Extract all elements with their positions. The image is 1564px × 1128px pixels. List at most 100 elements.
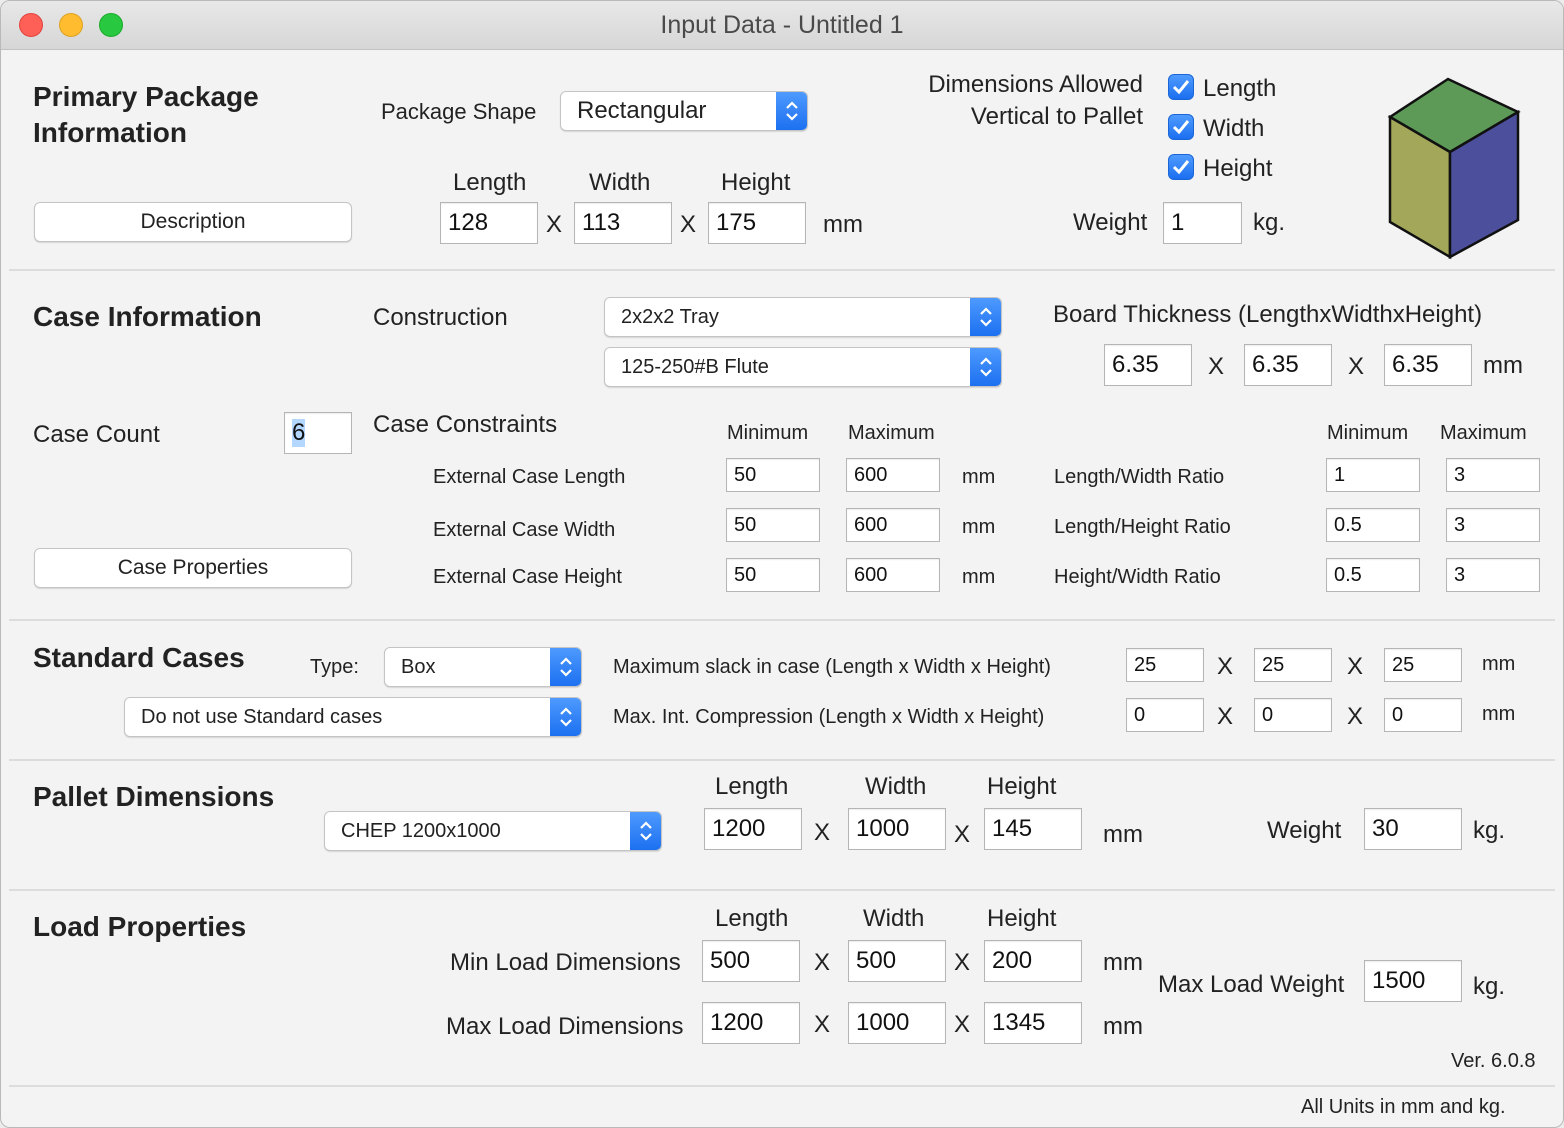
height-width-ratio-min-input[interactable]: 0.5 <box>1326 558 1420 592</box>
ratio-min-header: Minimum <box>1327 422 1409 444</box>
external-case-length-max-input[interactable]: 600 <box>846 458 940 492</box>
external-case-width-max-input[interactable]: 600 <box>846 508 940 542</box>
max-load-height-input[interactable]: 1345 <box>984 1002 1082 1044</box>
times-sign: X <box>1217 703 1234 730</box>
units-note: All Units in mm and kg. <box>1301 1096 1506 1118</box>
case-count-value: 6 <box>292 419 306 447</box>
chevron-updown-icon <box>776 92 807 130</box>
primary-unit: mm <box>823 211 863 238</box>
case-information-heading: Case Information <box>33 301 262 332</box>
min-load-dimensions-label: Min Load Dimensions <box>450 949 681 976</box>
primary-weight-input[interactable]: 1 <box>1163 202 1242 244</box>
section-divider <box>9 759 1555 761</box>
standard-type-select[interactable]: Box <box>384 647 582 687</box>
description-button[interactable]: Description <box>34 202 352 242</box>
pallet-type-select[interactable]: CHEP 1200x1000 <box>324 811 662 851</box>
times-sign: X <box>814 949 831 976</box>
board-thickness-width-input[interactable]: 6.35 <box>1244 344 1332 386</box>
checkmark-icon <box>1172 120 1190 135</box>
length-height-ratio-min-input[interactable]: 0.5 <box>1326 508 1420 542</box>
version-label: Ver. 6.0.8 <box>1451 1050 1536 1072</box>
package-shape-select[interactable]: Rectangular <box>560 91 808 131</box>
height-width-ratio-max-input[interactable]: 3 <box>1446 558 1540 592</box>
primary-width-input[interactable]: 113 <box>574 202 672 244</box>
compression-height-input[interactable]: 0 <box>1384 698 1462 732</box>
case-min-header: Minimum <box>727 422 809 444</box>
external-case-height-min-input[interactable]: 50 <box>726 558 820 592</box>
pallet-length-input[interactable]: 1200 <box>704 808 802 850</box>
height-width-ratio-label: Height/Width Ratio <box>1054 566 1221 588</box>
pallet-width-input[interactable]: 1000 <box>848 808 946 850</box>
flute-select[interactable]: 125-250#B Flute <box>604 347 1002 387</box>
allow-width-checkbox[interactable] <box>1168 114 1194 140</box>
allow-length-checkbox[interactable] <box>1168 74 1194 100</box>
chevron-updown-icon <box>630 812 661 850</box>
checkmark-icon <box>1172 160 1190 175</box>
pallet-height-header: Height <box>987 773 1057 800</box>
external-case-height-label: External Case Height <box>433 566 622 588</box>
board-thickness-height-input[interactable]: 6.35 <box>1384 344 1472 386</box>
min-load-height-input[interactable]: 200 <box>984 940 1082 982</box>
min-load-width-input[interactable]: 500 <box>848 940 946 982</box>
dimensions-allowed-line1: Dimensions Allowed <box>928 71 1143 98</box>
compression-length-input[interactable]: 0 <box>1126 698 1204 732</box>
allow-height-checkbox[interactable] <box>1168 154 1194 180</box>
allow-height-label[interactable]: Height <box>1203 155 1272 183</box>
slack-length-input[interactable]: 25 <box>1126 648 1204 682</box>
length-width-ratio-min-input[interactable]: 1 <box>1326 458 1420 492</box>
chevron-updown-icon <box>550 698 581 736</box>
primary-height-input[interactable]: 175 <box>708 202 806 244</box>
case-count-label: Case Count <box>33 421 160 448</box>
max-load-unit: mm <box>1103 1013 1143 1040</box>
external-case-width-min-input[interactable]: 50 <box>726 508 820 542</box>
case-count-input[interactable]: 6 <box>284 412 352 454</box>
times-sign: X <box>546 211 563 238</box>
primary-length-input[interactable]: 128 <box>440 202 538 244</box>
external-case-length-label: External Case Length <box>433 466 626 488</box>
external-case-height-max-input[interactable]: 600 <box>846 558 940 592</box>
times-sign: X <box>954 949 971 976</box>
times-sign: X <box>1208 353 1225 380</box>
chevron-updown-icon <box>970 298 1001 336</box>
case-properties-button[interactable]: Case Properties <box>34 548 352 588</box>
slack-unit: mm <box>1482 653 1516 675</box>
max-load-weight-input[interactable]: 1500 <box>1364 960 1462 1002</box>
dimensions-allowed-line2: Vertical to Pallet <box>970 103 1143 130</box>
pallet-weight-input[interactable]: 30 <box>1364 808 1462 850</box>
primary-weight-label: Weight <box>1073 209 1148 236</box>
min-load-unit: mm <box>1103 949 1143 976</box>
length-width-ratio-label: Length/Width Ratio <box>1054 466 1225 488</box>
ratio-max-header: Maximum <box>1440 422 1527 444</box>
case-constraints-label: Case Constraints <box>373 411 558 438</box>
slack-width-input[interactable]: 25 <box>1254 648 1332 682</box>
max-slack-label: Maximum slack in case (Length x Width x … <box>613 656 1051 678</box>
standard-cases-usage-select[interactable]: Do not use Standard cases <box>124 697 582 737</box>
construction-label: Construction <box>373 304 508 331</box>
allow-width-label[interactable]: Width <box>1203 115 1264 143</box>
times-sign: X <box>1348 353 1365 380</box>
length-height-ratio-max-input[interactable]: 3 <box>1446 508 1540 542</box>
compression-width-input[interactable]: 0 <box>1254 698 1332 732</box>
chevron-updown-icon <box>970 348 1001 386</box>
window-title: Input Data - Untitled 1 <box>660 11 904 39</box>
pallet-height-input[interactable]: 145 <box>984 808 1082 850</box>
min-load-length-input[interactable]: 500 <box>702 940 800 982</box>
times-sign: X <box>954 821 971 848</box>
package-shape-value: Rectangular <box>577 97 707 124</box>
external-case-length-min-input[interactable]: 50 <box>726 458 820 492</box>
max-compression-label: Max. Int. Compression (Length x Width x … <box>613 706 1045 728</box>
pallet-unit: mm <box>1103 821 1143 848</box>
length-height-ratio-label: Length/Height Ratio <box>1054 516 1231 538</box>
external-case-length-unit: mm <box>962 466 996 488</box>
length-width-ratio-max-input[interactable]: 3 <box>1446 458 1540 492</box>
max-load-width-input[interactable]: 1000 <box>848 1002 946 1044</box>
max-load-length-input[interactable]: 1200 <box>702 1002 800 1044</box>
standard-type-label: Type: <box>310 656 359 678</box>
primary-heading-line2: Information <box>33 117 187 148</box>
times-sign: X <box>1217 653 1234 680</box>
board-thickness-length-input[interactable]: 6.35 <box>1104 344 1192 386</box>
times-sign: X <box>680 211 697 238</box>
allow-length-label[interactable]: Length <box>1203 75 1276 103</box>
construction-select[interactable]: 2x2x2 Tray <box>604 297 1002 337</box>
slack-height-input[interactable]: 25 <box>1384 648 1462 682</box>
